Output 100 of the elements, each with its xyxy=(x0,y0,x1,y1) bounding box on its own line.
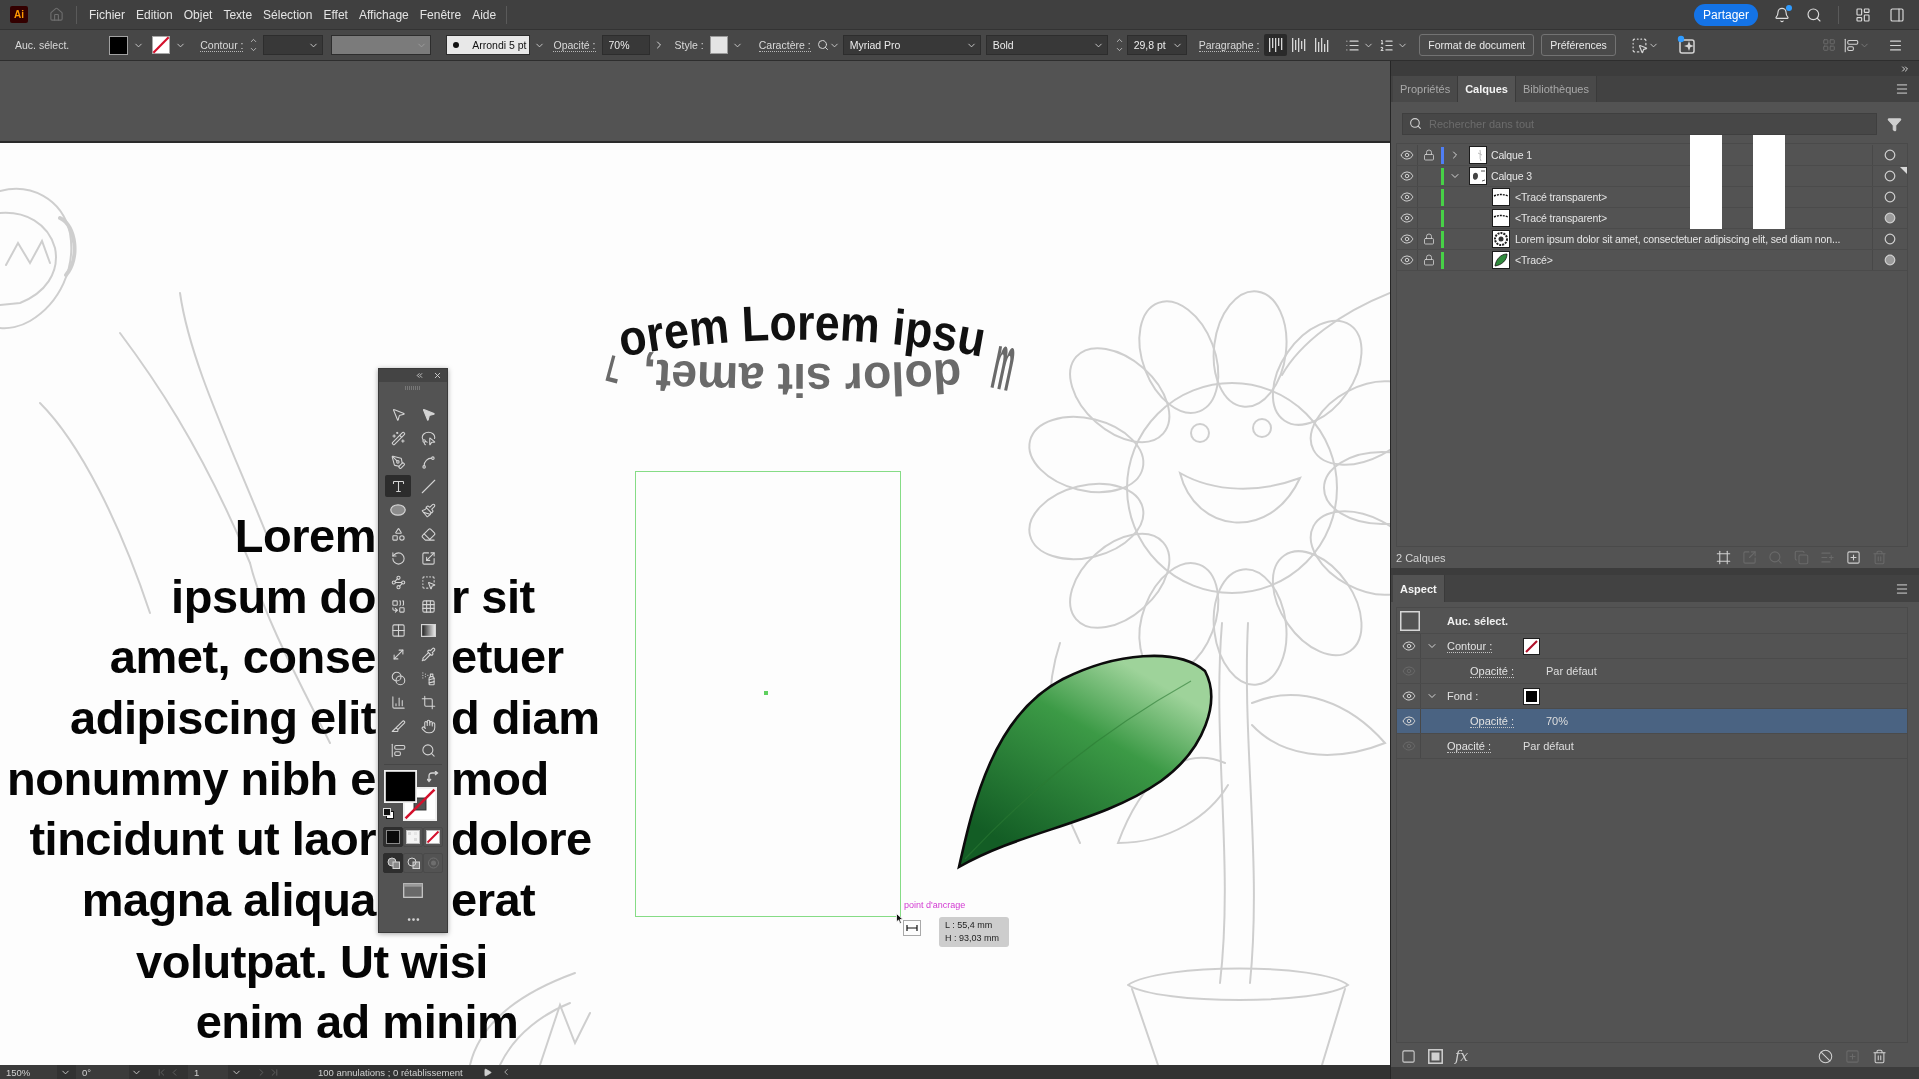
panel-icon[interactable] xyxy=(1889,6,1905,23)
target-circle-icon[interactable] xyxy=(1884,254,1896,266)
panel-tab[interactable]: Propriétés xyxy=(1393,76,1459,102)
lock-icon[interactable] xyxy=(1422,254,1435,266)
eye-icon[interactable] xyxy=(1401,689,1416,703)
target-circle-icon[interactable] xyxy=(1884,191,1896,203)
share-button[interactable]: Partager xyxy=(1693,3,1758,26)
color-mode-button[interactable] xyxy=(383,827,403,847)
menu-item[interactable]: Aide xyxy=(472,7,497,22)
frame-icon[interactable] xyxy=(1716,550,1731,565)
menu-item[interactable]: Sélection xyxy=(263,7,313,22)
opacity-link[interactable]: Opacité : xyxy=(553,38,596,52)
bullet-list-icon[interactable] xyxy=(1345,37,1361,53)
menu-item[interactable]: Fenêtre xyxy=(419,7,462,22)
layer-name[interactable]: <Tracé transparent> xyxy=(1515,212,1607,224)
color-mode-button[interactable] xyxy=(423,827,443,847)
target-circle-icon[interactable] xyxy=(1884,212,1896,224)
layer-name[interactable]: Lorem ipsum dolor sit amet, consectetuer adipiscing elit, sed diam non... xyxy=(1515,233,1841,245)
rotation-field[interactable]: 0° xyxy=(76,1065,129,1079)
target-circle-icon[interactable] xyxy=(1884,170,1896,182)
artboard-field[interactable]: 1 xyxy=(188,1065,228,1079)
character-link[interactable]: Caractère : xyxy=(758,38,811,52)
collapse-icon[interactable] xyxy=(1900,63,1910,74)
eye-icon[interactable] xyxy=(1400,232,1414,246)
appearance-row[interactable]: Contour : xyxy=(1397,634,1907,659)
play-icon[interactable] xyxy=(482,1067,492,1077)
screen-mode-icon[interactable] xyxy=(403,883,423,898)
tool-button[interactable] xyxy=(385,475,411,497)
font-family-field[interactable]: Myriad Pro xyxy=(842,35,981,55)
grip-icon[interactable] xyxy=(405,386,421,390)
search-icon[interactable] xyxy=(816,39,829,51)
eye-icon[interactable] xyxy=(1400,190,1414,204)
filled-square-icon[interactable] xyxy=(1428,1048,1443,1064)
lock-icon[interactable] xyxy=(1422,233,1435,245)
default-colors-icon[interactable] xyxy=(383,808,394,819)
stroke-weight-field[interactable] xyxy=(263,35,324,55)
panel-tab[interactable]: Aspect xyxy=(1393,575,1445,602)
target-circle-icon[interactable] xyxy=(1884,149,1896,161)
dashed-pointer-icon[interactable] xyxy=(1630,36,1648,54)
eye-icon[interactable] xyxy=(1400,169,1414,183)
panel-button[interactable]: Format de document xyxy=(1419,34,1535,56)
menu-icon[interactable] xyxy=(1895,82,1909,96)
collapse-icon[interactable] xyxy=(415,371,424,380)
font-size-field[interactable]: 29,8 pt xyxy=(1126,35,1187,55)
layer-name[interactable]: <Tracé transparent> xyxy=(1515,191,1607,203)
attribute-label[interactable]: Opacité : xyxy=(1470,664,1515,678)
zoom-field[interactable]: 150% xyxy=(0,1065,57,1079)
spin-up-icon[interactable] xyxy=(1114,36,1124,45)
swap-arrow-icon[interactable] xyxy=(427,771,439,783)
spin-up-icon[interactable] xyxy=(249,36,259,45)
menu-icon[interactable] xyxy=(1895,581,1909,596)
menu-item[interactable]: Objet xyxy=(183,7,213,22)
menu-item[interactable]: Fichier xyxy=(89,7,125,22)
layer-name[interactable]: Calque 3 xyxy=(1491,170,1532,182)
color-mode-button[interactable] xyxy=(403,827,423,847)
paragraph-link[interactable]: Paragraphe : xyxy=(1198,38,1260,52)
numbered-list-icon[interactable] xyxy=(1379,37,1395,53)
stroke-swatch-icon[interactable] xyxy=(152,36,171,54)
draw-mode-button[interactable] xyxy=(383,853,403,873)
eye-icon[interactable] xyxy=(1401,714,1416,728)
eye-icon[interactable] xyxy=(1401,639,1416,653)
align-icon[interactable] xyxy=(1844,37,1859,53)
search-icon[interactable] xyxy=(1806,6,1822,23)
brush-field[interactable]: Arrondi 5 pt xyxy=(446,35,531,55)
panel-tab[interactable]: Calques xyxy=(1458,76,1516,102)
workspace-layout-icon[interactable] xyxy=(1855,6,1871,23)
stroke-link[interactable]: Contour : xyxy=(200,38,244,52)
menu-item[interactable]: Effet xyxy=(323,7,348,22)
opacity-field[interactable]: 70% xyxy=(601,35,650,55)
font-style-field[interactable]: Bold xyxy=(985,35,1108,55)
eye-icon[interactable] xyxy=(1400,148,1414,162)
style-swatch-icon[interactable] xyxy=(709,36,728,54)
draw-mode-button[interactable] xyxy=(403,853,423,873)
no-sign-icon[interactable] xyxy=(1818,1048,1833,1064)
menu-icon[interactable] xyxy=(1888,37,1903,53)
trash-icon[interactable] xyxy=(1872,1048,1887,1064)
target-circle-icon[interactable] xyxy=(1884,233,1896,245)
menu-item[interactable]: Texte xyxy=(223,7,253,22)
appearance-row[interactable]: Opacité : Par défaut xyxy=(1397,734,1907,759)
filter-icon[interactable] xyxy=(1887,116,1902,132)
eye-icon[interactable] xyxy=(1400,253,1414,267)
fill-swatch-icon[interactable] xyxy=(109,35,129,55)
fx-button[interactable]: fx xyxy=(1455,1048,1469,1064)
square-outline-icon[interactable] xyxy=(1401,1048,1416,1064)
panel-tab[interactable]: Bibliothèques xyxy=(1515,76,1597,102)
spin-down-icon[interactable] xyxy=(249,45,259,54)
spin-down-icon[interactable] xyxy=(1114,45,1124,54)
app-logo[interactable]: Ai xyxy=(10,6,28,23)
appearance-row[interactable]: Opacité : Par défaut xyxy=(1397,659,1907,684)
attribute-label[interactable]: Opacité : xyxy=(1470,714,1515,728)
attribute-label[interactable]: Opacité : xyxy=(1447,739,1492,753)
layer-name[interactable]: Calque 1 xyxy=(1491,149,1532,161)
eye-icon[interactable] xyxy=(1400,211,1414,225)
attribute-swatch-icon[interactable] xyxy=(1523,637,1540,655)
layer-name[interactable]: <Tracé> xyxy=(1515,254,1553,266)
panel-button[interactable]: Préférences xyxy=(1541,34,1616,56)
attribute-label[interactable]: Contour : xyxy=(1447,639,1493,653)
menu-item[interactable]: Edition xyxy=(136,7,173,22)
lock-icon[interactable] xyxy=(1422,149,1435,161)
align-button[interactable] xyxy=(1264,34,1288,56)
